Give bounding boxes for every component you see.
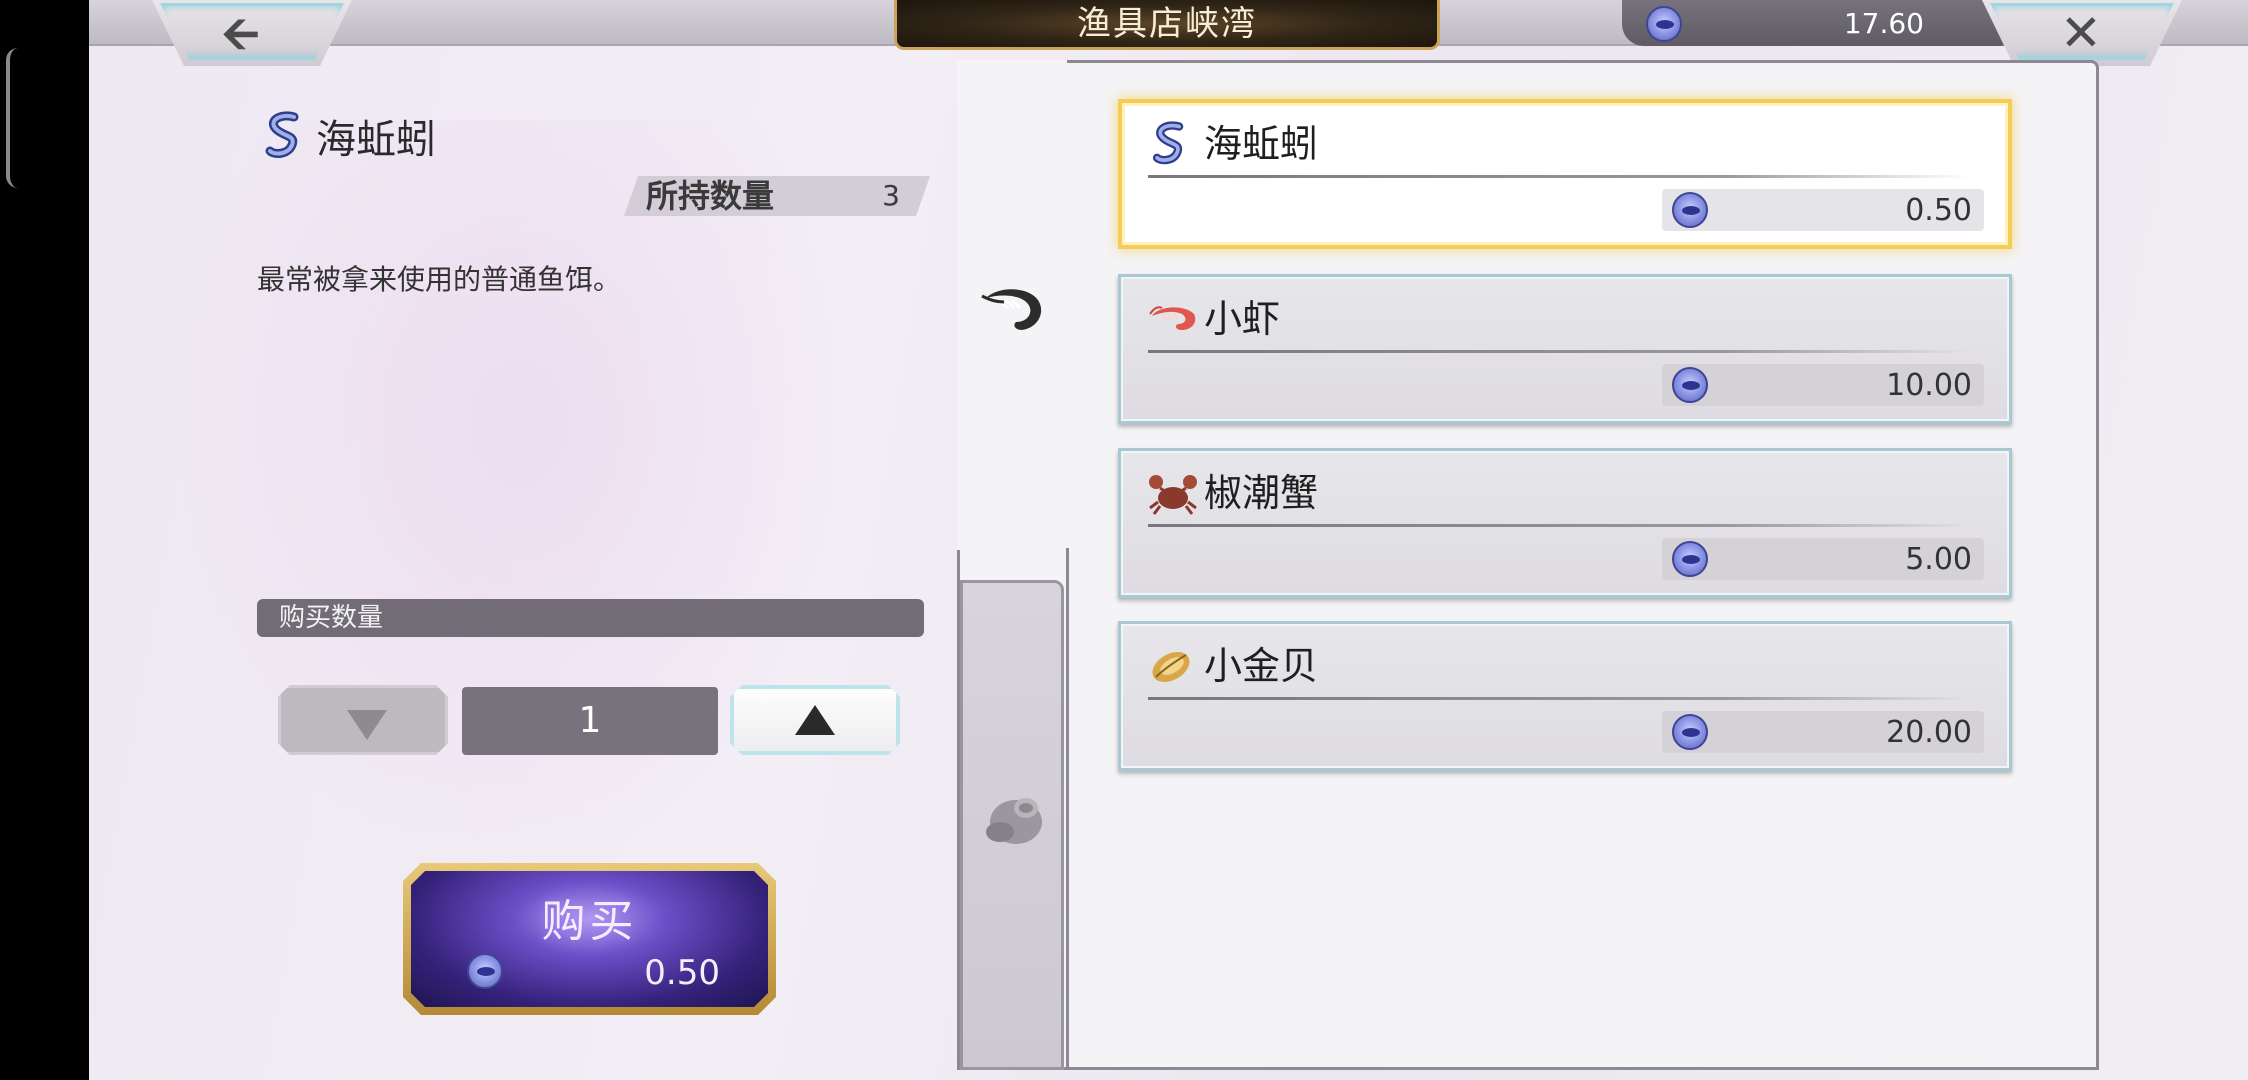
fish-coin-icon xyxy=(1672,192,1708,228)
shell-icon xyxy=(1148,643,1194,689)
shop-title: 渔具店峡湾 xyxy=(894,0,1440,50)
shrimp-tab-icon[interactable] xyxy=(978,282,1046,336)
detail-item-name: 海蚯蚓 xyxy=(316,117,436,163)
crab-icon xyxy=(1148,470,1197,516)
held-quantity-value: 3 xyxy=(882,179,900,212)
game-screen: 🡨 渔具店峡湾 17.60 ✕ 海蚯蚓 所持数量 3 最常被拿来使用的普通鱼饵。… xyxy=(0,0,2248,1080)
item-price: 5.00 xyxy=(1905,542,1972,577)
worm-icon xyxy=(1148,121,1194,167)
item-price-box: 0.50 xyxy=(1662,189,1984,231)
decrease-quantity-button[interactable] xyxy=(278,685,448,755)
purchase-quantity-label: 购买数量 xyxy=(257,599,924,637)
held-quantity-box: 所持数量 3 xyxy=(624,176,930,216)
shop-item-card[interactable]: 小虾 10.00 xyxy=(1118,274,2012,424)
worm-icon xyxy=(262,111,304,161)
buy-price: 0.50 xyxy=(644,953,720,993)
shop-item-card[interactable]: 海蚯蚓 0.50 xyxy=(1118,99,2012,249)
tab-divider xyxy=(1066,548,1069,1070)
buy-button-label: 购买 xyxy=(541,896,638,947)
back-button[interactable]: 🡨 xyxy=(152,0,352,66)
item-price: 0.50 xyxy=(1905,193,1972,228)
item-price: 10.00 xyxy=(1886,368,1972,403)
detail-title-row: 海蚯蚓 xyxy=(262,108,436,164)
item-price-box: 20.00 xyxy=(1662,711,1984,753)
shop-item-card[interactable]: 椒潮蟹 5.00 xyxy=(1118,448,2012,598)
quantity-value: 1 xyxy=(462,687,718,755)
item-name: 海蚯蚓 xyxy=(1204,122,1319,166)
card-divider xyxy=(1148,524,1970,527)
item-name: 小虾 xyxy=(1204,297,1281,341)
fish-coin-icon xyxy=(1672,541,1708,577)
item-description: 最常被拿来使用的普通鱼饵。 xyxy=(257,263,622,296)
screen-edge xyxy=(0,0,89,1080)
chevron-up-icon xyxy=(795,705,835,735)
pot-tab-icon[interactable] xyxy=(980,790,1046,846)
card-divider xyxy=(1148,175,1970,178)
chevron-down-icon xyxy=(347,710,387,740)
item-price-box: 5.00 xyxy=(1662,538,1984,580)
fish-coin-icon xyxy=(1672,367,1708,403)
held-quantity-label: 所持数量 xyxy=(646,177,775,215)
close-icon: ✕ xyxy=(2060,4,2102,62)
item-name: 椒潮蟹 xyxy=(1204,471,1319,515)
currency-display: 17.60 xyxy=(1622,0,2022,46)
card-divider xyxy=(1148,350,1970,353)
item-price-box: 10.00 xyxy=(1662,364,1984,406)
item-name: 小金贝 xyxy=(1204,644,1319,688)
shrimp-icon xyxy=(1148,296,1196,342)
close-button[interactable]: ✕ xyxy=(1982,0,2182,66)
back-arrow-icon: 🡨 xyxy=(222,6,260,60)
fish-coin-icon xyxy=(467,953,503,989)
increase-quantity-button[interactable] xyxy=(730,685,900,755)
category-tabs xyxy=(957,60,1067,1070)
currency-value: 17.60 xyxy=(1843,7,1924,40)
card-divider xyxy=(1148,697,1970,700)
edge-gesture-handle xyxy=(6,48,20,188)
fish-coin-icon xyxy=(1646,6,1682,42)
item-price: 20.00 xyxy=(1886,715,1972,750)
buy-button[interactable]: 购买 0.50 xyxy=(403,863,776,1015)
fish-coin-icon xyxy=(1672,714,1708,750)
shop-item-card[interactable]: 小金贝 20.00 xyxy=(1118,621,2012,771)
